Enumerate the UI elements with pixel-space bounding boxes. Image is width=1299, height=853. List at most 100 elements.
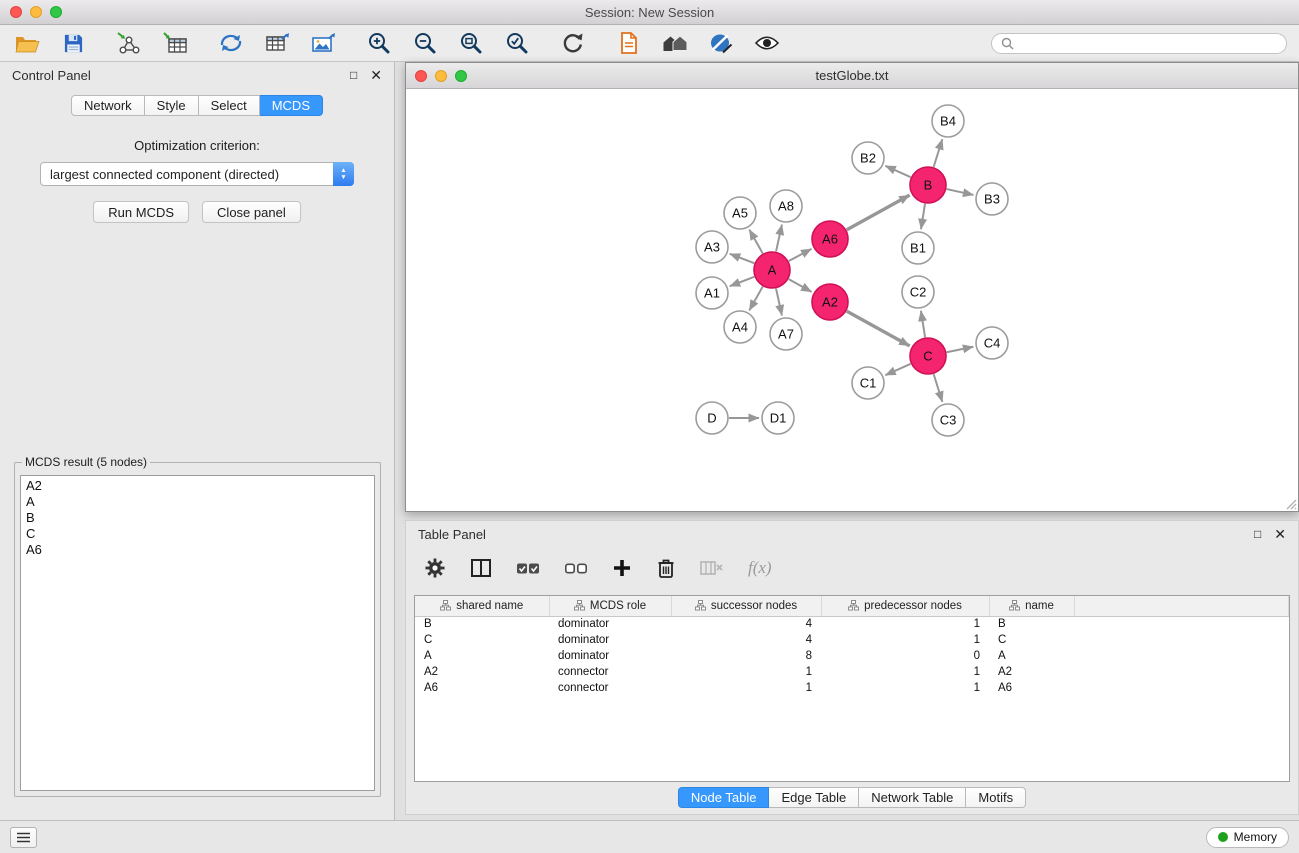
table-cell[interactable]: dominator xyxy=(549,616,671,632)
graph-node-B2[interactable]: B2 xyxy=(852,142,884,174)
tab-motifs[interactable]: Motifs xyxy=(966,787,1026,808)
table-cell[interactable]: C xyxy=(989,632,1074,648)
table-cell[interactable]: 1 xyxy=(821,664,989,680)
table-cell[interactable]: A6 xyxy=(415,680,549,696)
mcds-result-item[interactable]: A2 xyxy=(26,478,369,494)
edge-B-B1[interactable] xyxy=(921,204,925,229)
table-cell[interactable]: 4 xyxy=(671,632,821,648)
edge-A-A2[interactable] xyxy=(789,279,812,292)
minimize-window-button[interactable] xyxy=(30,6,42,18)
mcds-result-item[interactable]: A xyxy=(26,494,369,510)
mcds-result-list[interactable]: A2ABCA6 xyxy=(20,475,375,791)
mcds-result-item[interactable]: A6 xyxy=(26,542,369,558)
tab-node-table[interactable]: Node Table xyxy=(678,787,770,808)
table-settings-button[interactable] xyxy=(424,557,446,579)
tab-mcds[interactable]: MCDS xyxy=(260,95,323,116)
table-cell[interactable]: A2 xyxy=(415,664,549,680)
close-network-window-button[interactable] xyxy=(415,70,427,82)
memory-button[interactable]: Memory xyxy=(1206,827,1289,848)
delete-row-button[interactable] xyxy=(656,557,676,579)
edge-A-A3[interactable] xyxy=(730,254,755,263)
edge-B-B2[interactable] xyxy=(885,166,910,177)
minimize-network-window-button[interactable] xyxy=(435,70,447,82)
save-session-button[interactable] xyxy=(58,29,88,57)
table-cell[interactable]: 1 xyxy=(821,632,989,648)
graph-node-D1[interactable]: D1 xyxy=(762,402,794,434)
table-cell[interactable]: connector xyxy=(549,664,671,680)
table-cell[interactable]: dominator xyxy=(549,648,671,664)
graph-node-A6[interactable]: A6 xyxy=(812,221,848,257)
table-cell[interactable]: 8 xyxy=(671,648,821,664)
graph-node-A4[interactable]: A4 xyxy=(724,311,756,343)
graph-node-C3[interactable]: C3 xyxy=(932,404,964,436)
window-titlebar[interactable]: Session: New Session xyxy=(0,0,1299,25)
table-row[interactable]: Bdominator41B xyxy=(415,616,1289,632)
graph-node-A3[interactable]: A3 xyxy=(696,231,728,263)
annotation-button[interactable] xyxy=(614,29,644,57)
table-cell[interactable]: A2 xyxy=(989,664,1074,680)
task-history-button[interactable] xyxy=(10,827,37,848)
edge-C-C1[interactable] xyxy=(885,364,910,375)
show-hide-button[interactable] xyxy=(752,29,782,57)
zoom-fit-button[interactable] xyxy=(456,29,486,57)
graph-node-C1[interactable]: C1 xyxy=(852,367,884,399)
export-table-button[interactable] xyxy=(262,29,292,57)
table-row[interactable]: A2connector11A2 xyxy=(415,664,1289,680)
graph-node-C[interactable]: C xyxy=(910,338,946,374)
delete-column-button[interactable] xyxy=(700,559,724,577)
graph-node-D[interactable]: D xyxy=(696,402,728,434)
table-cell[interactable]: B xyxy=(989,616,1074,632)
float-panel-icon[interactable]: □ xyxy=(350,69,357,81)
table-cell[interactable]: dominator xyxy=(549,632,671,648)
edge-A6-B[interactable] xyxy=(847,195,910,230)
graph-node-C4[interactable]: C4 xyxy=(976,327,1008,359)
edge-A-A8[interactable] xyxy=(776,225,782,252)
edge-A-A7[interactable] xyxy=(776,289,782,316)
zoom-network-window-button[interactable] xyxy=(455,70,467,82)
zoom-selected-button[interactable] xyxy=(502,29,532,57)
table-cell[interactable]: C xyxy=(415,632,549,648)
mcds-result-item[interactable]: B xyxy=(26,510,369,526)
table-cell[interactable]: 1 xyxy=(821,680,989,696)
graph-node-A2[interactable]: A2 xyxy=(812,284,848,320)
fullscreen-window-button[interactable] xyxy=(50,6,62,18)
edge-A-A4[interactable] xyxy=(749,287,762,311)
graph-node-A[interactable]: A xyxy=(754,252,790,288)
tab-select[interactable]: Select xyxy=(199,95,260,116)
tab-network-table[interactable]: Network Table xyxy=(859,787,966,808)
zoom-out-button[interactable] xyxy=(410,29,440,57)
tab-network[interactable]: Network xyxy=(71,95,145,116)
show-columns-button[interactable] xyxy=(470,558,492,578)
close-panel-button[interactable]: Close panel xyxy=(202,201,301,223)
graph-node-A1[interactable]: A1 xyxy=(696,277,728,309)
edge-A2-C[interactable] xyxy=(847,311,910,346)
network-canvas[interactable]: B4B2BB3A5A8A6B1A3AC2A1A2A4A7CC4C1C3DD1 xyxy=(406,89,1298,511)
graph-node-C2[interactable]: C2 xyxy=(902,276,934,308)
graph-node-B[interactable]: B xyxy=(910,167,946,203)
column-header-name[interactable]: name xyxy=(989,596,1074,616)
run-mcds-button[interactable]: Run MCDS xyxy=(93,201,189,223)
export-image-button[interactable] xyxy=(308,29,338,57)
table-cell[interactable]: A6 xyxy=(989,680,1074,696)
edge-A-A6[interactable] xyxy=(789,249,812,261)
deselect-all-button[interactable] xyxy=(564,558,588,578)
graph-node-A8[interactable]: A8 xyxy=(770,190,802,222)
tab-style[interactable]: Style xyxy=(145,95,199,116)
edge-C-C3[interactable] xyxy=(934,374,943,402)
table-cell[interactable]: B xyxy=(415,616,549,632)
edge-B-B3[interactable] xyxy=(947,189,974,195)
edge-C-C2[interactable] xyxy=(921,311,925,337)
select-all-button[interactable] xyxy=(516,558,540,578)
graph-node-B4[interactable]: B4 xyxy=(932,105,964,137)
search-input[interactable] xyxy=(1020,36,1277,50)
select-stepper[interactable]: ▲ ▼ xyxy=(333,162,354,186)
zoom-in-button[interactable] xyxy=(364,29,394,57)
graph-node-A7[interactable]: A7 xyxy=(770,318,802,350)
edge-A-A5[interactable] xyxy=(749,230,762,254)
home-button[interactable] xyxy=(660,29,690,57)
table-cell[interactable]: 1 xyxy=(671,680,821,696)
import-network-button[interactable] xyxy=(114,29,144,57)
import-table-button[interactable] xyxy=(160,29,190,57)
column-header-predecessor-nodes[interactable]: predecessor nodes xyxy=(821,596,989,616)
table-cell[interactable]: 1 xyxy=(671,664,821,680)
